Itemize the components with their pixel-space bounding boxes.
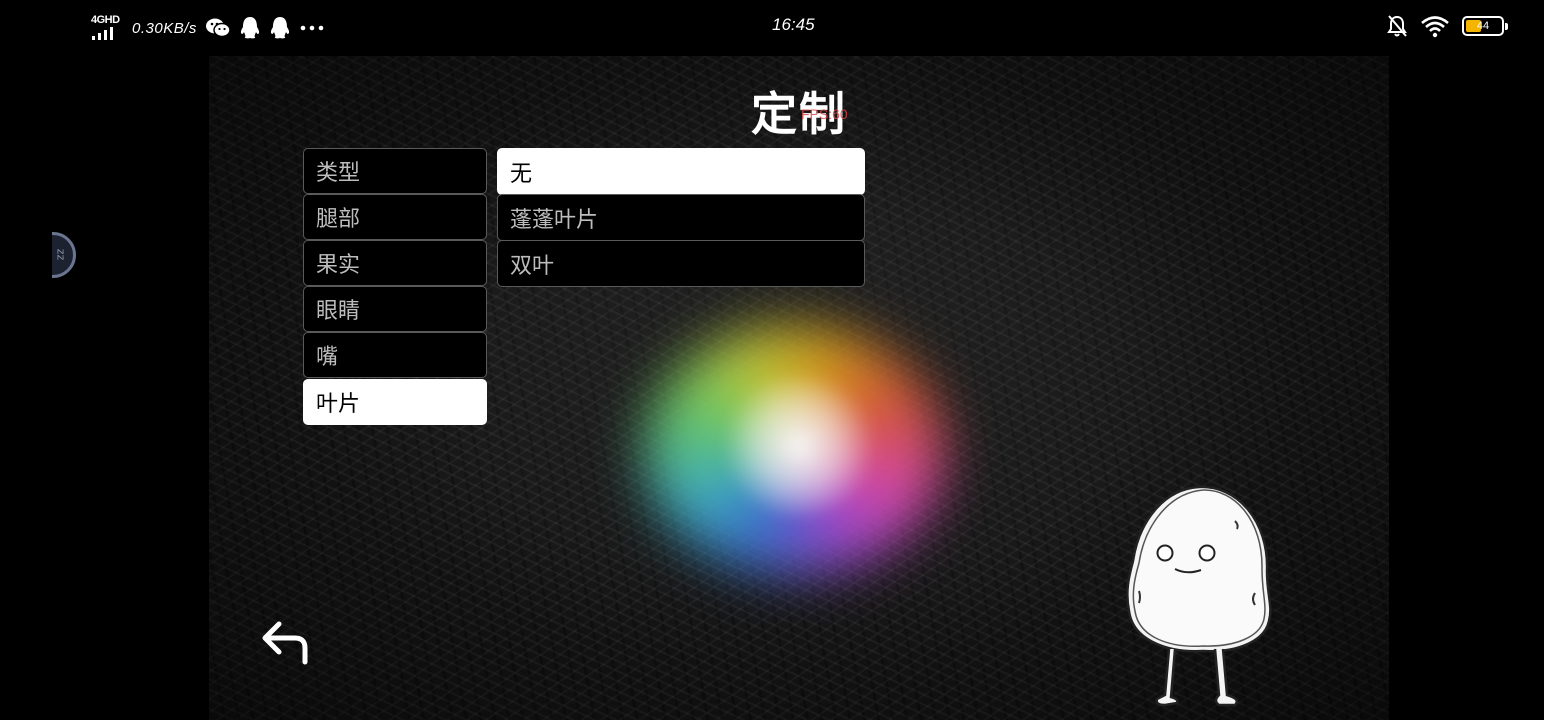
category-mouth-button[interactable]: 嘴 [303, 332, 487, 378]
category-label: 腿部 [316, 207, 361, 232]
screen: 4GHD 0.30KB/s 16:45 44 zz 定制 FPS:60 类型 腿… [0, 0, 1544, 720]
status-clock: 16:45 [772, 15, 815, 34]
cellular-signal-icon: 4GHD [90, 14, 124, 42]
status-bar: 4GHD 0.30KB/s 16:45 44 [0, 0, 1544, 56]
option-double-leaf-button[interactable]: 双叶 [497, 240, 865, 287]
more-dots-icon [300, 25, 324, 31]
category-leaves-button[interactable]: 叶片 [303, 379, 487, 425]
game-viewport: 定制 FPS:60 类型 腿部 果实 眼睛 嘴 叶片 无 蓬蓬叶片 双叶 [209, 56, 1389, 720]
option-label: 双叶 [510, 253, 555, 279]
category-type-button[interactable]: 类型 [303, 148, 487, 194]
mute-bell-icon [1387, 15, 1407, 37]
option-label: 蓬蓬叶片 [510, 207, 599, 233]
wifi-icon [1421, 16, 1449, 38]
option-fluffy-leaves-button[interactable]: 蓬蓬叶片 [497, 194, 865, 241]
category-label: 嘴 [316, 345, 339, 370]
battery-icon: 44 [1462, 16, 1508, 36]
back-arrow-icon[interactable] [261, 616, 313, 668]
battery-level: 44 [1476, 20, 1490, 32]
status-left: 4GHD 0.30KB/s [90, 12, 325, 44]
category-label: 果实 [316, 253, 361, 278]
floating-assist-button[interactable]: zz [52, 232, 76, 278]
network-speed: 0.30KB/s [132, 19, 197, 37]
qq-icon [270, 17, 289, 39]
category-eyes-button[interactable]: 眼睛 [303, 286, 487, 332]
network-label: 4GHD [91, 14, 120, 26]
color-wheel-center [724, 376, 874, 516]
status-right: 44 [1386, 14, 1508, 38]
page-title: 定制 [751, 87, 847, 141]
potato-character [1126, 485, 1272, 707]
category-label: 叶片 [316, 392, 361, 417]
category-label: 类型 [316, 161, 361, 186]
wechat-icon [205, 18, 231, 38]
qq-icon [240, 17, 259, 39]
option-label: 无 [510, 161, 533, 187]
category-label: 眼睛 [316, 299, 361, 324]
fps-counter: FPS:60 [801, 106, 848, 122]
option-none-button[interactable]: 无 [497, 148, 865, 195]
category-fruit-button[interactable]: 果实 [303, 240, 487, 286]
category-legs-button[interactable]: 腿部 [303, 194, 487, 240]
